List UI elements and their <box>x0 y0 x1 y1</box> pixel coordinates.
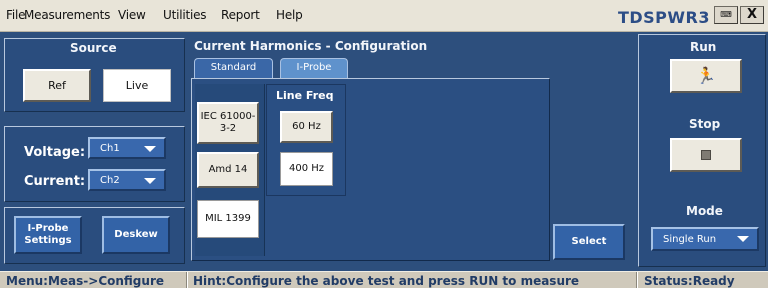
menu-bar: File Measurements View Utilities Report … <box>0 0 768 32</box>
menu-measurements[interactable]: Measurements <box>24 8 110 22</box>
current-select-value: Ch2 <box>100 174 120 186</box>
chevron-down-icon <box>144 178 156 184</box>
status-menu-path: Menu:Meas->Configure <box>6 274 164 288</box>
stop-button[interactable] <box>670 138 742 172</box>
status-bar: Menu:Meas->Configure Hint:Configure the … <box>0 271 768 288</box>
menu-report[interactable]: Report <box>221 8 260 22</box>
standard-iec-button[interactable]: IEC 61000-3-2 <box>197 102 259 144</box>
mode-select-value: Single Run <box>663 233 717 245</box>
close-button[interactable]: X <box>740 6 764 24</box>
menu-utilities[interactable]: Utilities <box>163 8 207 22</box>
tab-iprobe[interactable]: I-Probe <box>280 58 348 78</box>
menu-help[interactable]: Help <box>276 8 303 22</box>
mode-title: Mode <box>686 204 723 218</box>
status-hint: Hint:Configure the above test and press … <box>193 274 580 288</box>
keyboard-icon[interactable]: ⌨ <box>714 6 738 24</box>
running-man-icon: 🏃 <box>696 66 716 85</box>
ref-button[interactable]: Ref <box>23 69 91 102</box>
voltage-select-value: Ch1 <box>100 142 120 154</box>
tab-standard[interactable]: Standard <box>194 58 273 78</box>
run-title: Run <box>690 40 717 54</box>
voltage-label: Voltage: <box>24 145 86 160</box>
chevron-down-icon <box>144 146 156 152</box>
menu-view[interactable]: View <box>118 8 146 22</box>
freq-60hz-button[interactable]: 60 Hz <box>280 111 333 143</box>
freq-400hz-button[interactable]: 400 Hz <box>280 152 333 186</box>
standard-mil1399-button[interactable]: MIL 1399 <box>197 200 259 238</box>
mode-select[interactable]: Single Run <box>651 227 759 251</box>
chevron-down-icon <box>737 236 749 242</box>
source-title: Source <box>70 41 117 55</box>
status-divider <box>186 272 188 288</box>
line-freq-title: Line Freq <box>276 89 334 102</box>
stop-title: Stop <box>689 117 721 131</box>
live-button[interactable]: Live <box>103 69 171 102</box>
app-title: TDSPWR3 <box>617 8 710 27</box>
menu-file[interactable]: File <box>6 8 25 22</box>
deskew-button[interactable]: Deskew <box>102 216 170 254</box>
voltage-select[interactable]: Ch1 <box>88 137 166 159</box>
stop-square-icon <box>701 150 711 160</box>
current-select[interactable]: Ch2 <box>88 169 166 191</box>
config-title: Current Harmonics - Configuration <box>194 39 428 53</box>
standard-amd14-button[interactable]: Amd 14 <box>197 152 259 188</box>
iprobe-settings-button[interactable]: I-Probe Settings <box>14 216 82 254</box>
select-button[interactable]: Select <box>553 224 625 260</box>
current-label: Current: <box>24 174 86 189</box>
status-ready: Status:Ready <box>644 274 735 288</box>
status-divider <box>636 272 638 288</box>
run-button[interactable]: 🏃 <box>670 59 742 93</box>
